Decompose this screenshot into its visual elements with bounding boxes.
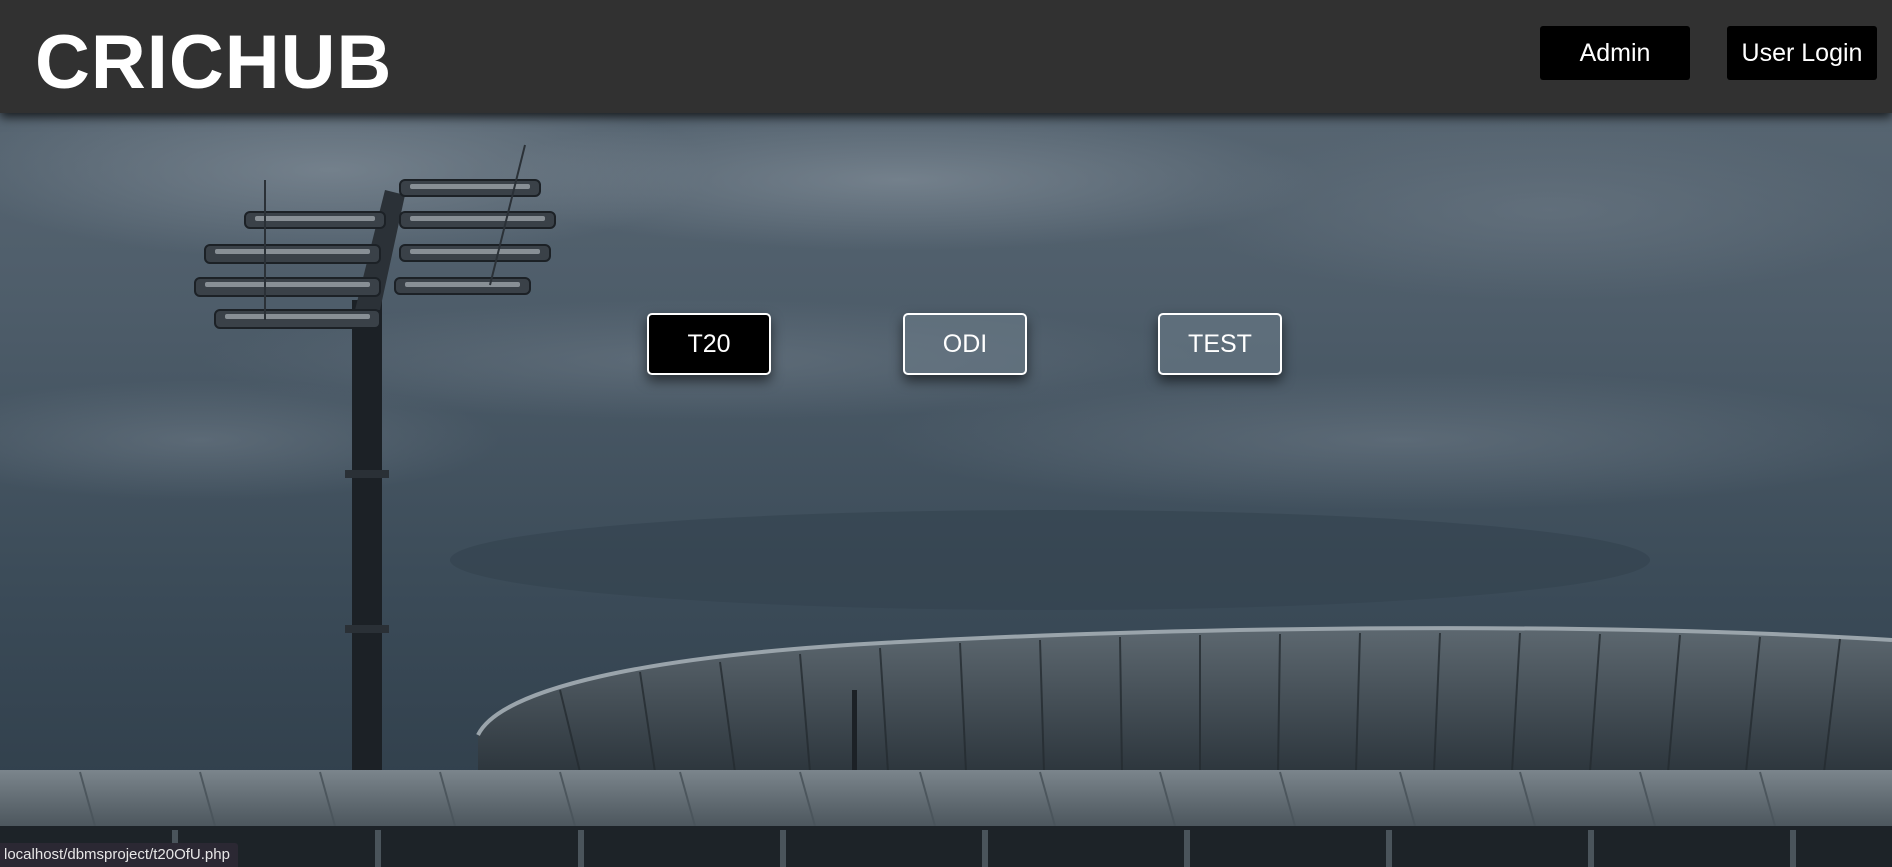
odi-button[interactable]: ODI [903, 313, 1027, 375]
user-login-button[interactable]: User Login [1727, 26, 1877, 80]
page: CRICHUB Admin User Login T20 ODI TEST lo… [0, 0, 1892, 867]
header-bar: CRICHUB Admin User Login [0, 0, 1892, 113]
link-preview-status: localhost/dbmsproject/t20OfU.php [0, 843, 238, 867]
t20-button[interactable]: T20 [647, 313, 771, 375]
admin-button[interactable]: Admin [1540, 26, 1690, 80]
site-logo[interactable]: CRICHUB [35, 18, 392, 108]
stadium-background [0, 0, 1892, 867]
test-button[interactable]: TEST [1158, 313, 1282, 375]
